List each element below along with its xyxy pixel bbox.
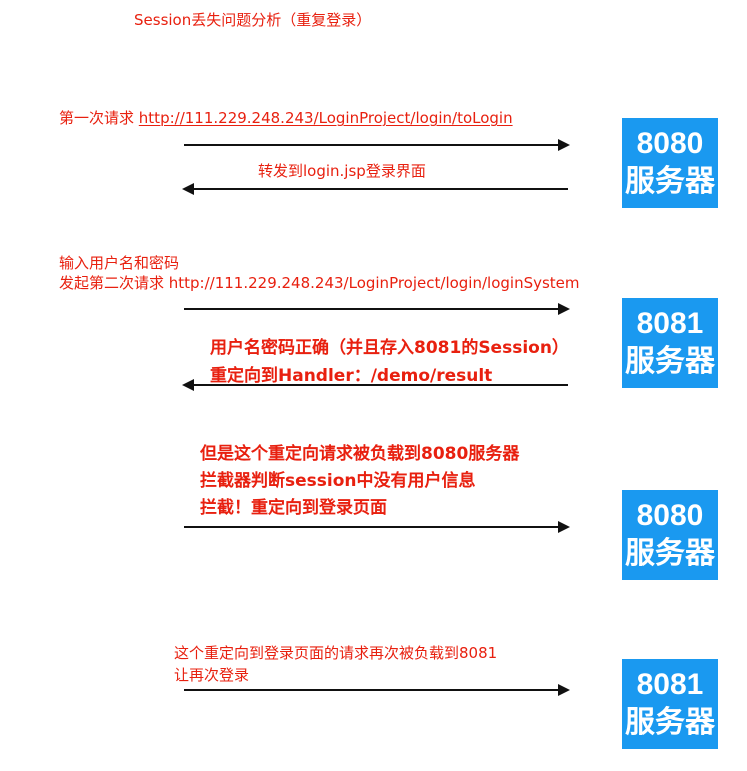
step3-line3: 拦截！重定向到登录页面 <box>200 498 387 518</box>
step2-request-label: 发起第二次请求 http://111.229.248.243/LoginProj… <box>59 274 580 292</box>
step2-response-line1: 用户名密码正确（并且存入8081的Session） <box>210 338 569 358</box>
step3-line2: 拦截器判断session中没有用户信息 <box>200 471 476 491</box>
step3-line1: 但是这个重定向请求被负载到8080服务器 <box>200 444 520 464</box>
server-name: 服务器 <box>625 345 715 378</box>
server-8081-box: 8081 服务器 <box>622 298 718 388</box>
server-8080-box: 8080 服务器 <box>622 118 718 208</box>
server-name: 服务器 <box>625 706 715 739</box>
step4-line1: 这个重定向到登录页面的请求再次被负载到8081 <box>174 644 498 662</box>
step2-input-credentials: 输入用户名和密码 <box>59 254 180 272</box>
step1-request-label: 第一次请求 http://111.229.248.243/LoginProjec… <box>59 111 513 126</box>
step1-request-url[interactable]: http://111.229.248.243/LoginProject/logi… <box>139 109 513 127</box>
diagram-title: Session丢失问题分析（重复登录） <box>134 11 372 29</box>
step4-request-arrow <box>184 684 570 696</box>
server-name: 服务器 <box>625 165 715 198</box>
server-port: 8081 <box>636 307 704 340</box>
server-name: 服务器 <box>625 537 715 570</box>
step2-response-arrow <box>182 379 568 391</box>
step1-request-arrow <box>184 139 570 151</box>
step1-request-prefix: 第一次请求 <box>59 109 135 127</box>
step4-line2: 让再次登录 <box>174 666 250 684</box>
step1-response-label: 转发到login.jsp登录界面 <box>258 162 426 180</box>
server-port: 8080 <box>636 499 704 532</box>
step3-request-arrow <box>184 521 570 533</box>
server-8080-box: 8080 服务器 <box>622 490 718 580</box>
server-8081-box: 8081 服务器 <box>622 659 718 749</box>
server-port: 8080 <box>636 127 704 160</box>
step2-request-arrow <box>184 303 570 315</box>
step1-response-arrow <box>182 183 568 195</box>
server-port: 8081 <box>636 668 704 701</box>
